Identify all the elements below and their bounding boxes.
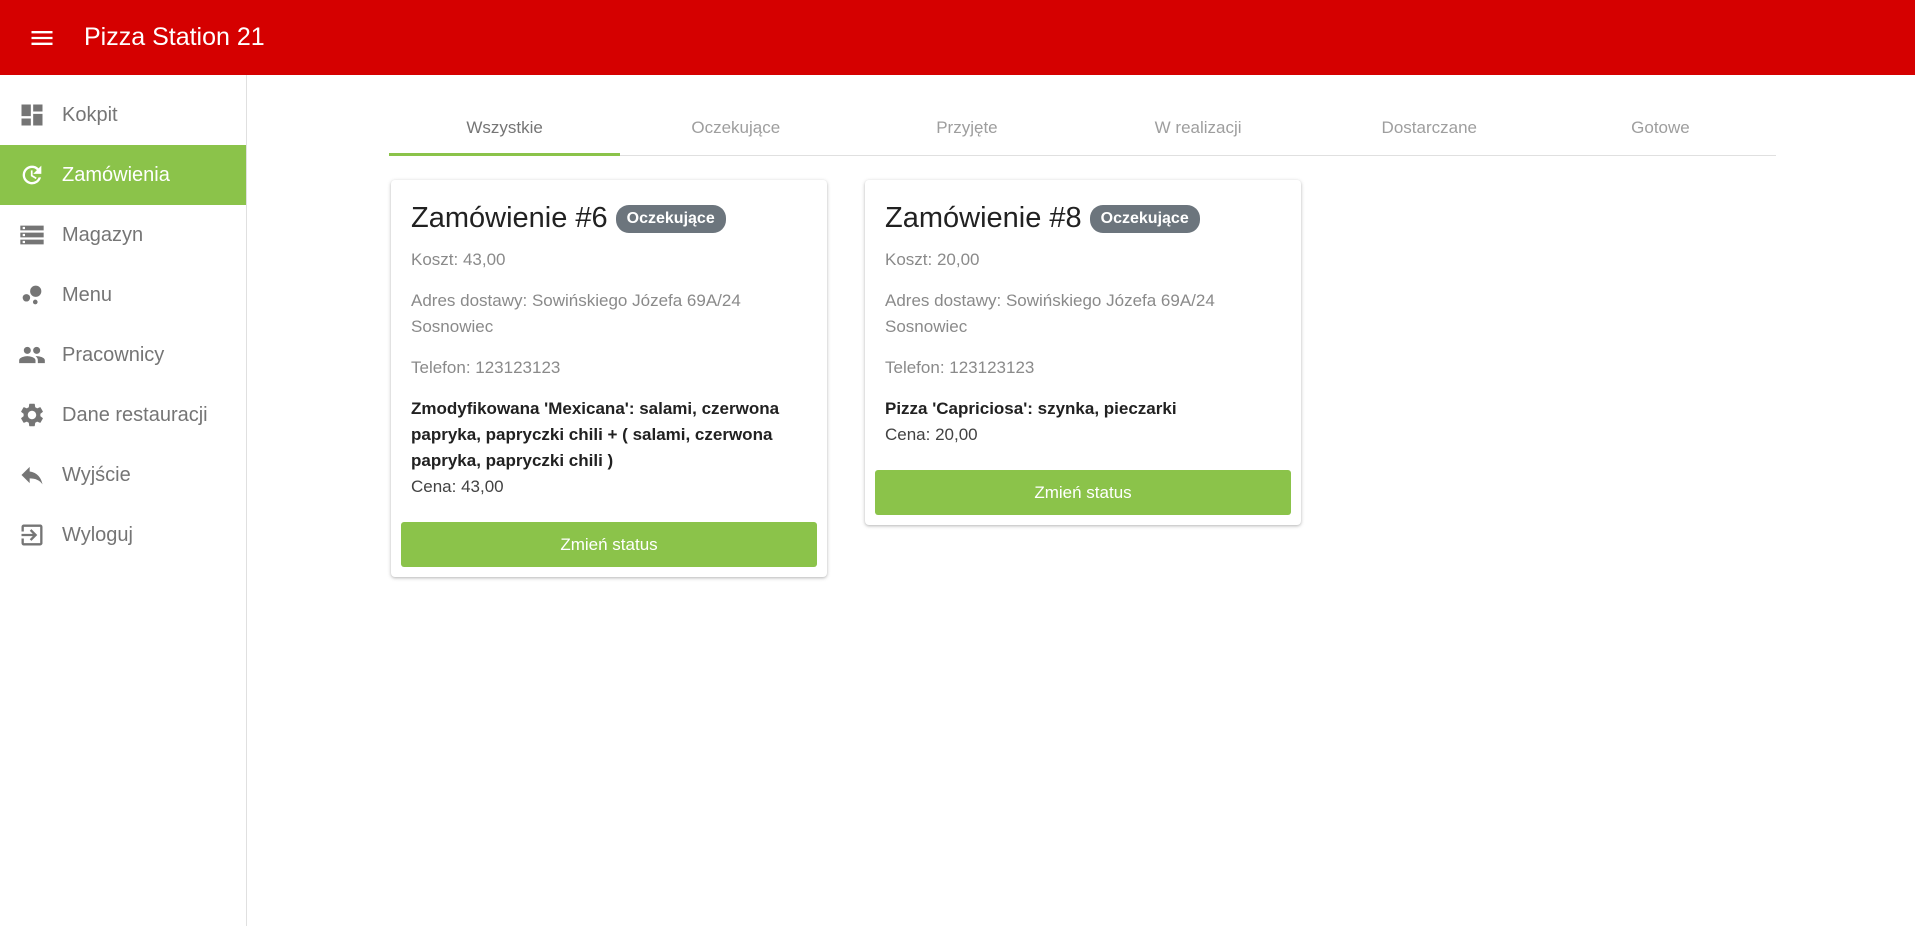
status-badge: Oczekujące (1089, 204, 1200, 233)
change-status-button[interactable]: Zmień status (401, 522, 817, 567)
order-title-row: Zamówienie #8 Oczekujące (885, 202, 1281, 235)
order-title: Zamówienie #8 (885, 202, 1082, 234)
sidebar-item-label: Wyjście (62, 463, 131, 486)
order-phone: Telefon: 123123123 (411, 358, 561, 377)
hamburger-menu-icon (31, 30, 53, 45)
sidebar-item-kokpit[interactable]: Kokpit (0, 85, 246, 145)
bubbles-icon (18, 281, 46, 309)
sidebar-item-menu[interactable]: Menu (0, 265, 246, 325)
main-content: Wszystkie Oczekujące Przyjęte W realizac… (248, 75, 1915, 926)
sidebar-item-wyloguj[interactable]: Wyloguj (0, 505, 246, 565)
sidebar-item-magazyn[interactable]: Magazyn (0, 205, 246, 265)
people-icon (18, 341, 46, 369)
logout-icon (18, 521, 46, 549)
tab-oczekujace[interactable]: Oczekujące (620, 100, 851, 155)
status-badge: Oczekujące (615, 204, 726, 233)
sidebar-item-label: Wyloguj (62, 523, 133, 546)
order-phone: Telefon: 123123123 (885, 358, 1035, 377)
reply-icon (18, 461, 46, 489)
dashboard-icon (18, 101, 46, 129)
sidebar-item-wyjscie[interactable]: Wyjście (0, 445, 246, 505)
sidebar-item-label: Zamówienia (62, 163, 170, 186)
order-cost: Koszt: 43,00 (411, 250, 506, 269)
order-item-price: Cena: 20,00 (885, 425, 978, 444)
order-title: Zamówienie #6 (411, 202, 608, 234)
order-item-price: Cena: 43,00 (411, 477, 504, 496)
sidebar-item-dane-restauracji[interactable]: Dane restauracji (0, 385, 246, 445)
sidebar-item-label: Pracownicy (62, 343, 165, 366)
order-address: Adres dostawy: Sowińskiego Józefa 69A/24… (411, 291, 741, 336)
gear-icon (18, 401, 46, 429)
order-address: Adres dostawy: Sowińskiego Józefa 69A/24… (885, 291, 1215, 336)
order-status-tabs: Wszystkie Oczekujące Przyjęte W realizac… (389, 100, 1776, 156)
history-icon (18, 161, 46, 189)
app-title: Pizza Station 21 (84, 23, 265, 51)
tab-dostarczane[interactable]: Dostarczane (1314, 100, 1545, 155)
sidebar: Kokpit Zamówienia Magazyn Menu Pracownic… (0, 75, 247, 926)
tab-gotowe[interactable]: Gotowe (1545, 100, 1776, 155)
sidebar-item-label: Kokpit (62, 103, 118, 126)
order-item-name: Zmodyfikowana 'Mexicana': salami, czerwo… (411, 399, 780, 470)
sidebar-item-label: Menu (62, 283, 113, 306)
top-app-bar: Pizza Station 21 (0, 0, 1915, 75)
order-card: Zamówienie #8 Oczekujące Koszt: 20,00 Ad… (865, 180, 1301, 525)
order-title-row: Zamówienie #6 Oczekujące (411, 202, 807, 235)
change-status-button[interactable]: Zmień status (875, 470, 1291, 515)
order-item-name: Pizza 'Capriciosa': szynka, pieczarki (885, 399, 1177, 418)
sidebar-item-label: Magazyn (62, 223, 144, 246)
sidebar-item-label: Dane restauracji (62, 403, 208, 426)
order-cost: Koszt: 20,00 (885, 250, 980, 269)
storage-list-icon (18, 221, 46, 249)
tab-w-realizacji[interactable]: W realizacji (1083, 100, 1314, 155)
sidebar-item-pracownicy[interactable]: Pracownicy (0, 325, 246, 385)
sidebar-item-zamowienia[interactable]: Zamówienia (0, 145, 246, 205)
tab-przyjete[interactable]: Przyjęte (851, 100, 1082, 155)
tab-wszystkie[interactable]: Wszystkie (389, 100, 621, 156)
order-card: Zamówienie #6 Oczekujące Koszt: 43,00 Ad… (391, 180, 827, 577)
menu-button[interactable] (0, 0, 84, 75)
